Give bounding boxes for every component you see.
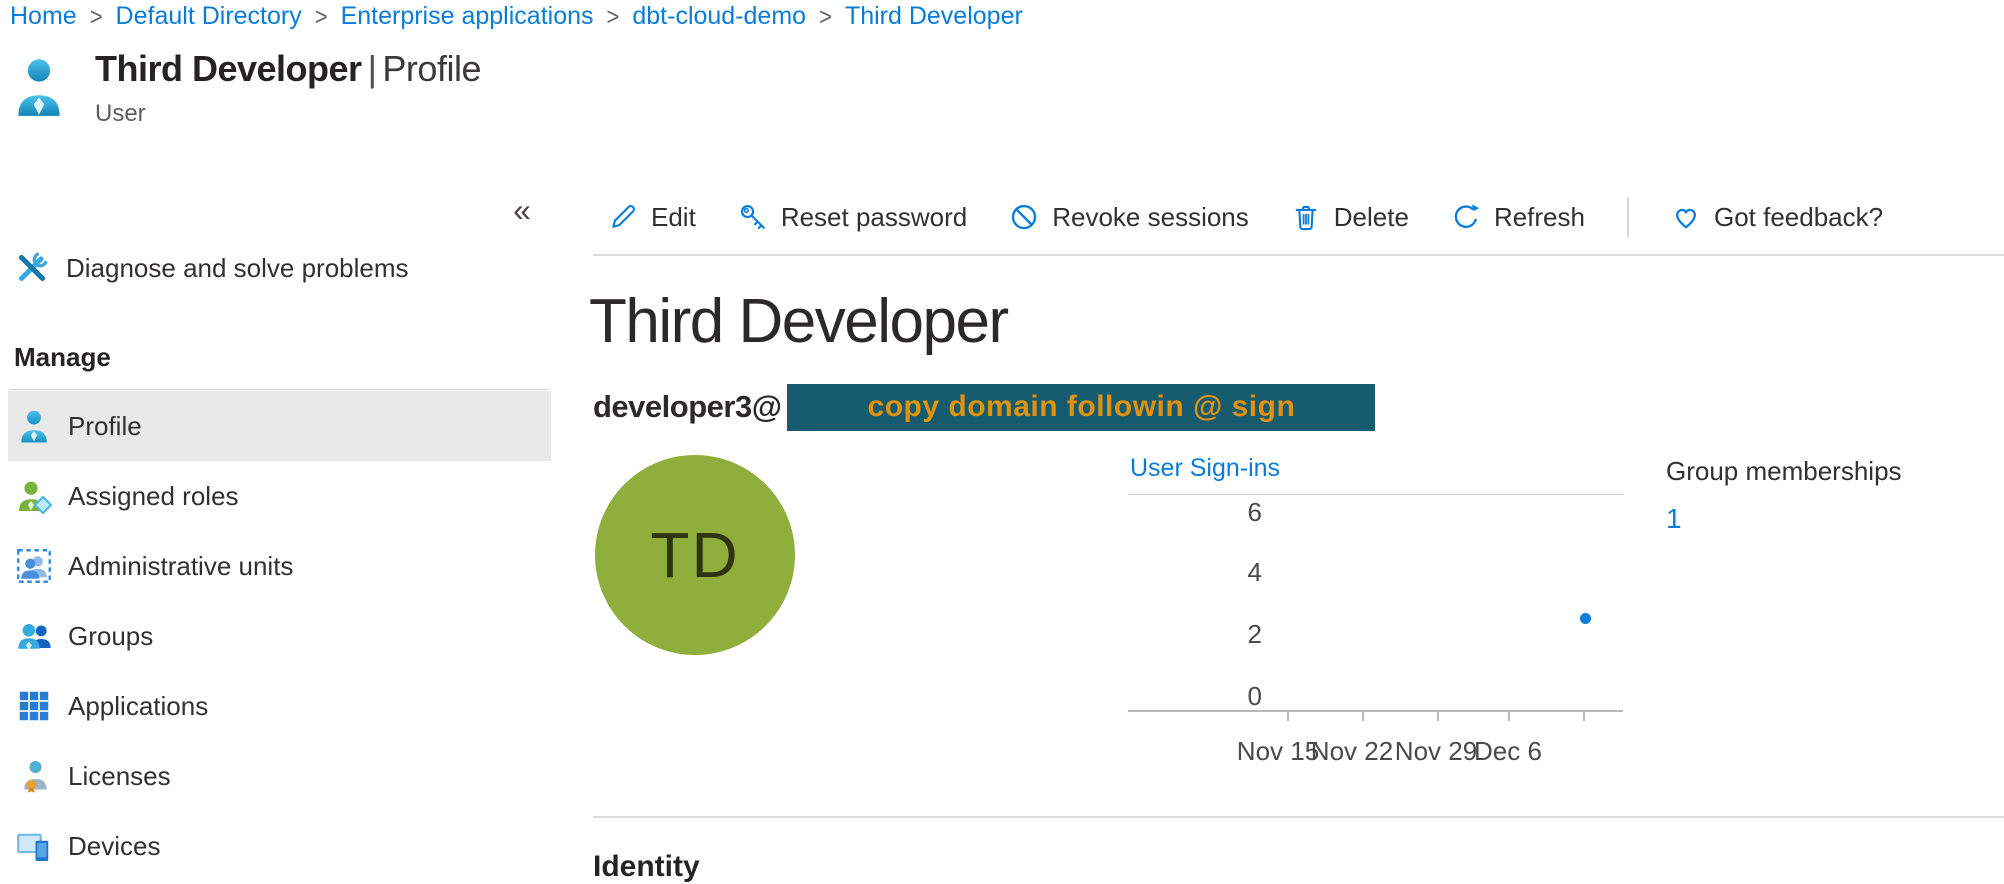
reset-password-button[interactable]: Reset password <box>738 202 967 233</box>
user-signins-chart: User Sign-ins 6 4 2 0 Nov 15 Nov 22 Nov … <box>1128 452 1628 797</box>
sidebar-item-label: Licenses <box>68 761 171 792</box>
avatar-initials: TD <box>650 518 739 592</box>
axis-tick <box>1583 712 1585 721</box>
sidebar-section-manage: Manage <box>14 342 111 373</box>
licenses-icon <box>16 758 52 794</box>
assigned-roles-icon <box>16 478 52 514</box>
x-tick-label: Nov 22 <box>1304 736 1400 767</box>
user-profile-page: Home > Default Directory > Enterprise ap… <box>0 0 2004 884</box>
administrative-units-icon <box>16 548 52 584</box>
group-memberships-block: Group memberships 1 <box>1666 456 1902 535</box>
sidebar-item-label: Groups <box>68 621 153 652</box>
got-feedback-button[interactable]: Got feedback? <box>1671 202 1883 233</box>
groups-icon <box>16 618 52 654</box>
axis-tick <box>1362 712 1364 721</box>
trash-icon <box>1291 202 1321 232</box>
refresh-icon <box>1451 202 1481 232</box>
user-signins-title-link[interactable]: User Sign-ins <box>1130 454 1280 483</box>
reset-password-label: Reset password <box>781 202 967 233</box>
breadcrumb-dbt-cloud-demo[interactable]: dbt-cloud-demo <box>632 2 806 31</box>
delete-label: Delete <box>1334 202 1409 233</box>
breadcrumb-third-developer[interactable]: Third Developer <box>845 2 1023 31</box>
sidebar-item-profile[interactable]: Profile <box>8 391 551 461</box>
sidebar-item-label: Devices <box>68 831 160 862</box>
block-icon <box>1009 202 1039 232</box>
x-tick-label: Dec 6 <box>1460 736 1556 767</box>
page-title: Third Developer|Profile <box>95 48 481 90</box>
page-subtitle: User <box>95 100 146 128</box>
refresh-label: Refresh <box>1494 202 1585 233</box>
y-tick-label: 0 <box>1222 683 1262 709</box>
page-title-divider: | <box>368 48 377 89</box>
sidebar-item-label: Assigned roles <box>68 481 239 512</box>
toolbar-bottom-divider <box>593 254 2004 256</box>
page-title-name: Third Developer <box>95 48 362 89</box>
breadcrumb-separator: > <box>90 2 103 32</box>
heart-icon <box>1671 202 1701 232</box>
devices-icon <box>16 828 52 864</box>
chart-header-divider <box>1128 494 1623 495</box>
y-tick-label: 4 <box>1222 559 1262 585</box>
section-divider <box>593 816 2004 818</box>
profile-display-name: Third Developer <box>589 286 1008 357</box>
group-memberships-count-link[interactable]: 1 <box>1666 503 1902 535</box>
sidebar-item-assigned-roles[interactable]: Assigned roles <box>8 461 551 531</box>
sidebar-item-groups[interactable]: Groups <box>8 601 551 671</box>
breadcrumb-enterprise-applications[interactable]: Enterprise applications <box>341 2 594 31</box>
revoke-sessions-label: Revoke sessions <box>1052 202 1249 233</box>
sidebar-item-applications[interactable]: Applications <box>8 671 551 741</box>
identity-section-heading: Identity <box>593 850 700 884</box>
refresh-button[interactable]: Refresh <box>1451 202 1585 233</box>
avatar: TD <box>595 455 795 655</box>
delete-button[interactable]: Delete <box>1291 202 1409 233</box>
username-prefix: developer3@ <box>593 389 781 425</box>
sidebar-item-label: Profile <box>68 411 142 442</box>
redaction-overlay: copy domain followin @ sign <box>787 384 1375 431</box>
revoke-sessions-button[interactable]: Revoke sessions <box>1009 202 1249 233</box>
group-memberships-label: Group memberships <box>1666 456 1902 487</box>
data-point <box>1580 613 1591 624</box>
applications-grid-icon <box>16 688 52 724</box>
toolbar-divider <box>1627 197 1629 237</box>
breadcrumb-home[interactable]: Home <box>10 2 77 31</box>
sidebar-nav: Profile Assigned roles <box>8 391 551 881</box>
axis-tick <box>1437 712 1439 721</box>
breadcrumb-separator: > <box>819 2 832 32</box>
breadcrumb: Home > Default Directory > Enterprise ap… <box>10 2 1023 31</box>
pencil-icon <box>608 202 638 232</box>
axis-tick <box>1508 712 1510 721</box>
breadcrumb-separator: > <box>607 2 620 32</box>
got-feedback-label: Got feedback? <box>1714 202 1883 233</box>
y-tick-label: 2 <box>1222 621 1262 647</box>
sidebar-item-label: Diagnose and solve problems <box>66 253 409 284</box>
sidebar-item-administrative-units[interactable]: Administrative units <box>8 531 551 601</box>
command-bar: Edit Reset password Revoke sessions De <box>608 194 1883 240</box>
diagnose-tools-icon <box>14 250 50 286</box>
user-principal-name: developer3@ copy domain followin @ sign <box>593 383 1375 431</box>
edit-label: Edit <box>651 202 696 233</box>
axis-tick <box>1287 712 1289 721</box>
x-axis-line <box>1128 710 1623 712</box>
page-title-section: Profile <box>382 48 481 89</box>
sidebar-item-licenses[interactable]: Licenses <box>8 741 551 811</box>
sidebar-item-diagnose[interactable]: Diagnose and solve problems <box>14 244 409 292</box>
key-icon <box>738 202 768 232</box>
y-tick-label: 6 <box>1222 499 1262 525</box>
edit-button[interactable]: Edit <box>608 202 696 233</box>
sidebar-item-label: Applications <box>68 691 208 722</box>
user-avatar-icon <box>14 56 64 118</box>
breadcrumb-separator: > <box>315 2 328 32</box>
sidebar-item-devices[interactable]: Devices <box>8 811 551 881</box>
breadcrumb-default-directory[interactable]: Default Directory <box>116 2 302 31</box>
sidebar-item-label: Administrative units <box>68 551 293 582</box>
profile-person-icon <box>16 408 52 444</box>
sidebar-divider <box>10 389 548 390</box>
sidebar-collapse-button[interactable]: « <box>500 192 544 229</box>
